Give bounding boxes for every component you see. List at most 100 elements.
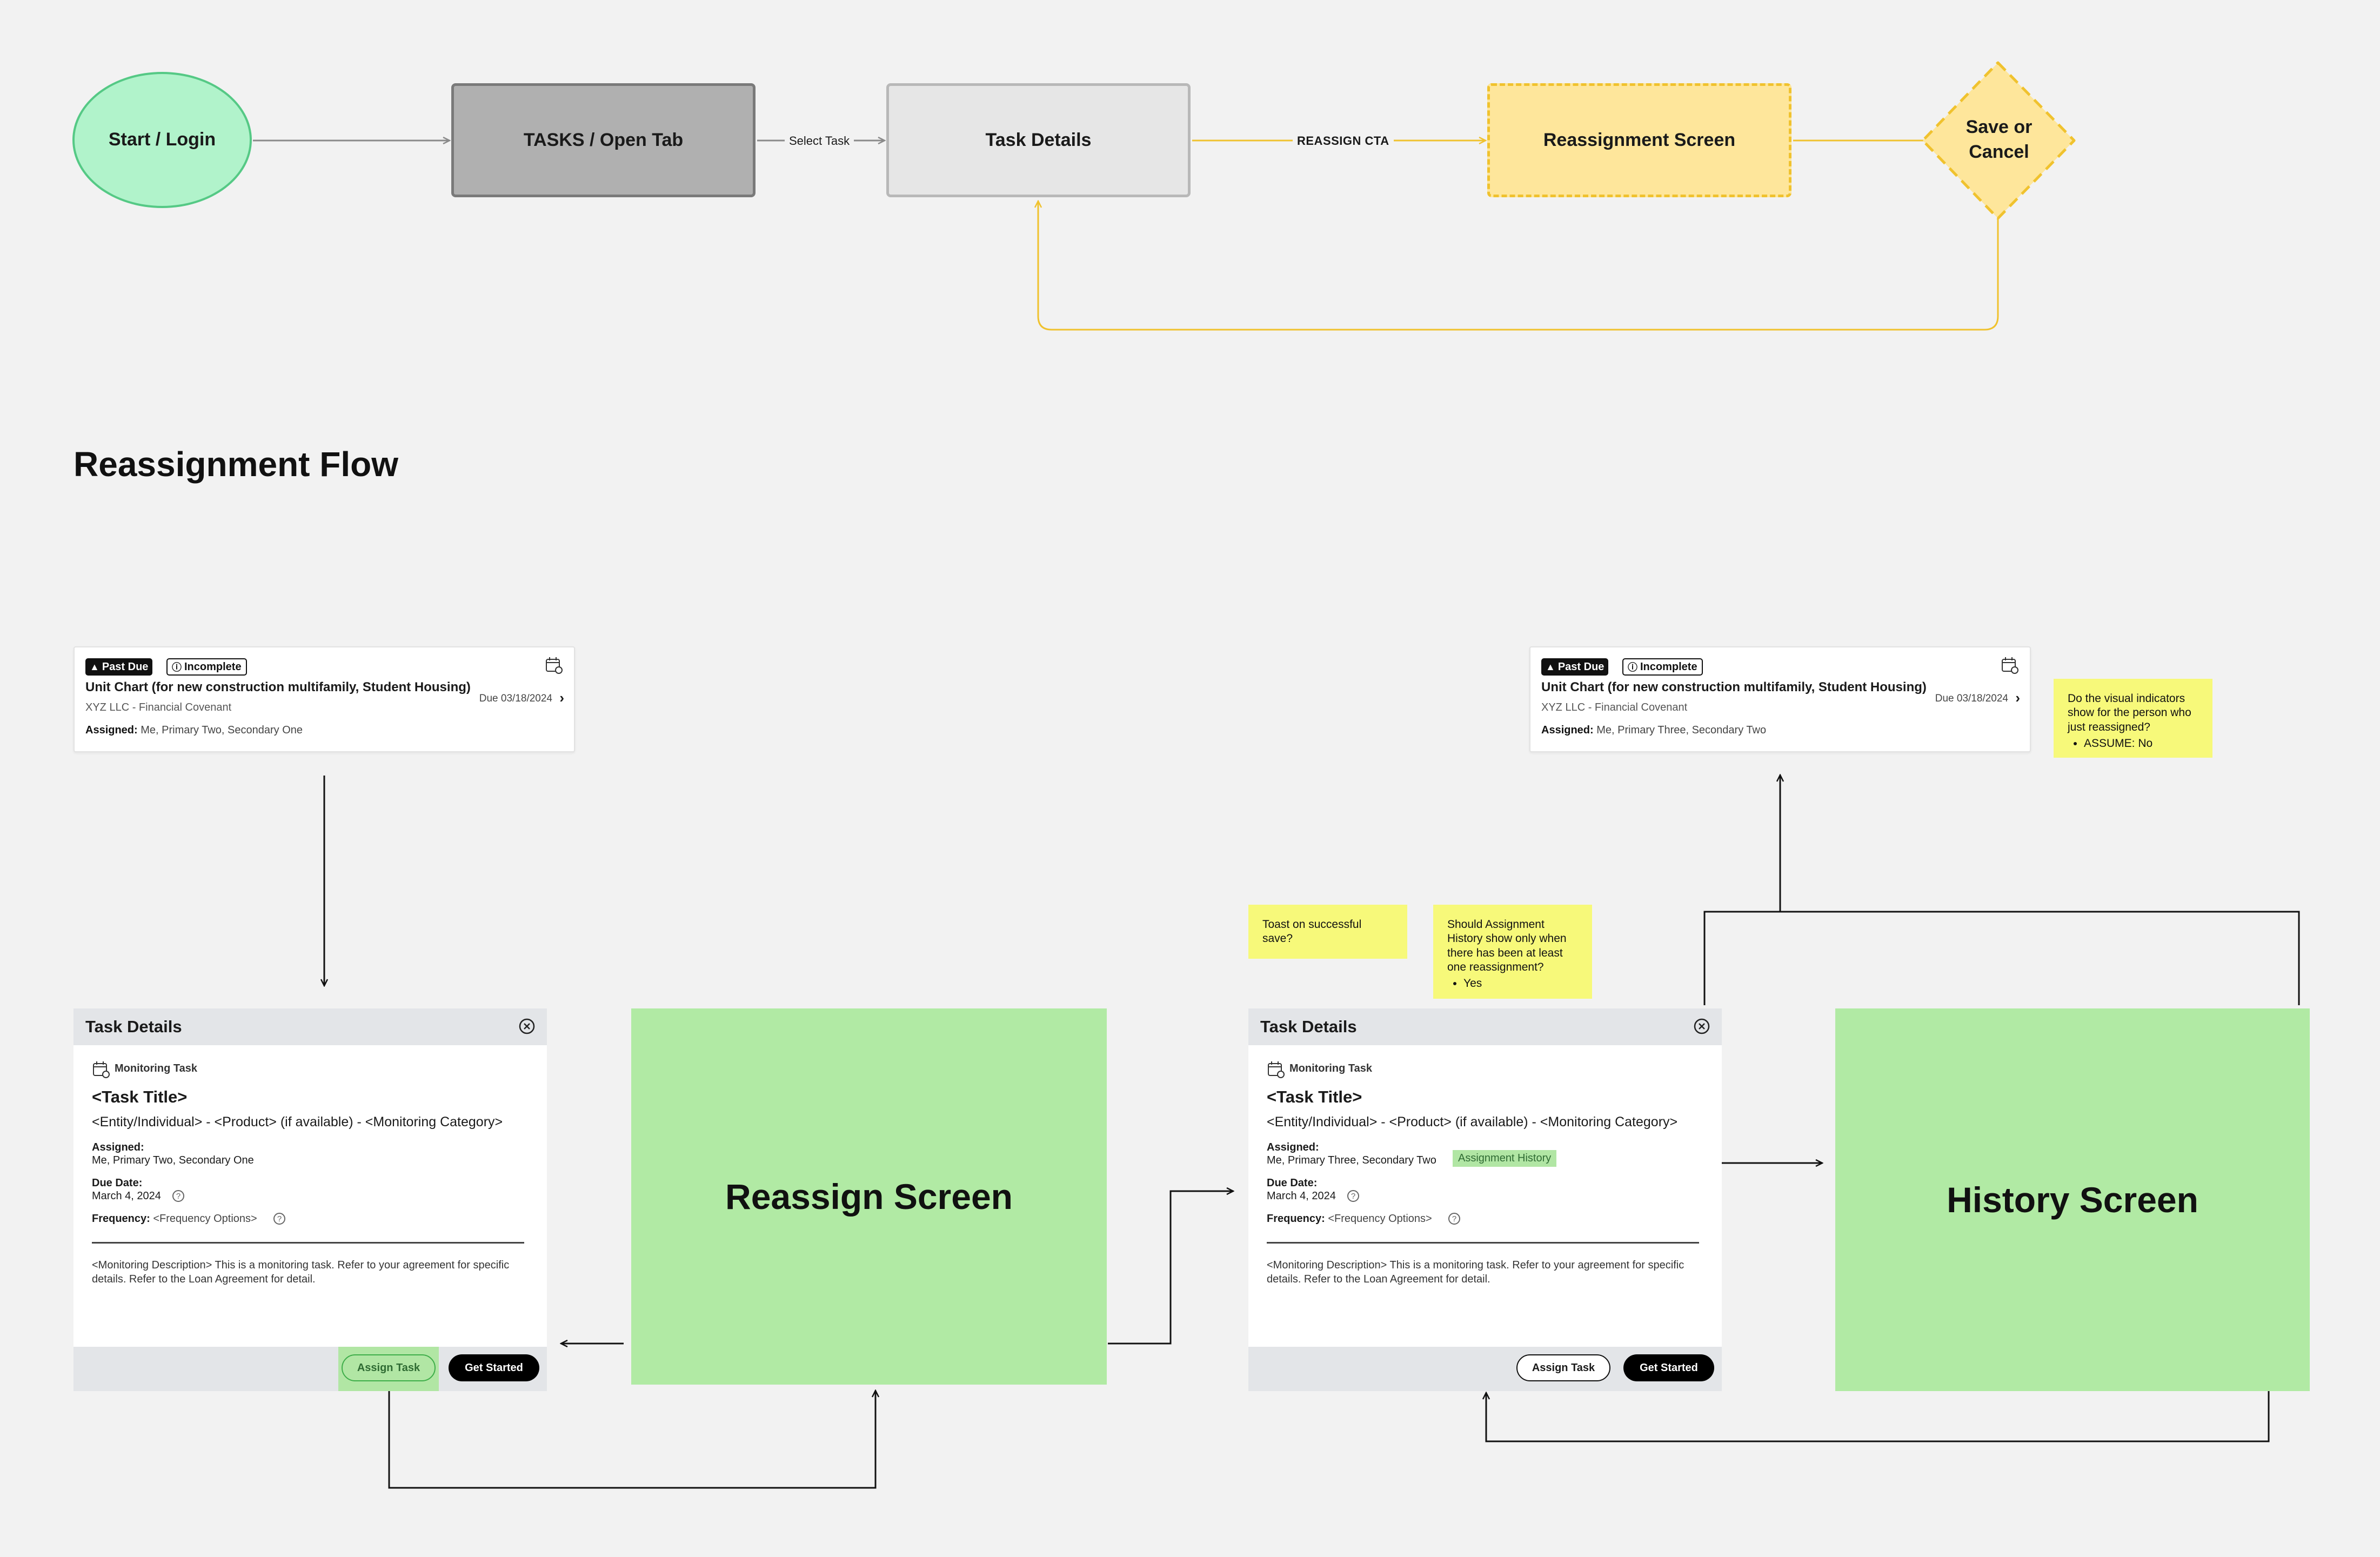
task-title: <Task Title> [1267, 1087, 1362, 1106]
card-assigned-value: Me, Primary Two, Secondary One [141, 724, 303, 736]
close-icon[interactable] [518, 1017, 536, 1035]
task-subtitle: <Entity/Individual> - <Product> (if avai… [92, 1114, 503, 1130]
assigned-label: Assigned: [1267, 1141, 1319, 1153]
sticky-history-question: Should Assignment History show only when… [1447, 918, 1567, 973]
node-reassign-label: Reassignment Screen [1543, 129, 1736, 150]
sticky-toast-text: Toast on successful save? [1262, 918, 1362, 945]
reassign-screen-label: Reassign Screen [725, 1177, 1013, 1217]
frequency-label: Frequency: [1267, 1213, 1325, 1225]
node-save-or-cancel: Save or Cancel [1926, 66, 2072, 214]
card-subtitle: XYZ LLC - Financial Covenant [85, 701, 232, 713]
close-icon[interactable] [1693, 1017, 1711, 1035]
edge-reassign-screen-to-modal2 [1108, 1191, 1233, 1345]
incomplete-label: Incomplete [184, 660, 242, 673]
calendar-icon[interactable] [2001, 656, 2019, 674]
warning-icon: ▲ [1546, 661, 1555, 672]
edge-history-back-to-modal2 [1486, 1391, 2270, 1442]
card-assigned-label: Assigned: [1541, 724, 1594, 736]
card-assigned: Assigned: Me, Primary Three, Secondary T… [1541, 724, 1766, 737]
task-subtitle: <Entity/Individual> - <Product> (if avai… [1267, 1114, 1678, 1130]
card-assigned-label: Assigned: [85, 724, 138, 736]
divider [92, 1242, 524, 1244]
card-assigned-value: Me, Primary Three, Secondary Two [1596, 724, 1767, 736]
task-details-modal-before: Task Details Monitoring Task <Task Title… [73, 1008, 547, 1391]
sticky-assignment-history: Should Assignment History show only when… [1433, 905, 1592, 999]
calendar-icon [93, 1061, 110, 1078]
warning-icon: ▲ [90, 661, 99, 672]
get-started-button[interactable]: Get Started [1623, 1354, 1714, 1381]
frequency-label: Frequency: [92, 1213, 150, 1225]
incomplete-badge: ⓘ Incomplete [1622, 658, 1703, 676]
frequency-row: Frequency: <Frequency Options> [92, 1213, 257, 1225]
frequency-value: <Frequency Options> [153, 1213, 257, 1225]
node-tasks-label: TASKS / Open Tab [523, 129, 684, 150]
assign-task-button[interactable]: Assign Task [1516, 1354, 1610, 1381]
due-date-label: Due Date: [1267, 1177, 1318, 1189]
help-icon[interactable]: ? [172, 1190, 184, 1202]
history-screen: History Screen [1835, 1008, 2310, 1391]
due-date-label: Due Date: [92, 1177, 143, 1189]
chevron-right-icon[interactable]: › [2015, 690, 2020, 706]
task-description: <Monitoring Description> This is a monit… [92, 1259, 510, 1285]
chevron-right-icon[interactable]: › [559, 690, 564, 706]
assignment-history-link[interactable]: Assignment History [1453, 1150, 1557, 1167]
due-date-value: March 4, 2024 [92, 1190, 161, 1202]
modal-header: Task Details [1248, 1008, 1722, 1045]
assigned-label: Assigned: [92, 1141, 144, 1153]
card-assigned: Assigned: Me, Primary Two, Secondary One [85, 724, 303, 737]
edge-assign-to-reassign-screen [388, 1391, 875, 1489]
help-icon[interactable]: ? [273, 1213, 285, 1225]
node-save-line1: Save or [1965, 117, 2033, 138]
edge-save-back-to-details [1038, 201, 1999, 331]
help-icon[interactable]: ? [1347, 1190, 1359, 1202]
past-due-label: Past Due [102, 660, 149, 673]
frequency-row: Frequency: <Frequency Options> [1267, 1213, 1432, 1225]
task-type: Monitoring Task [1289, 1062, 1372, 1074]
card-due-date: Due 03/18/2024 [479, 693, 552, 704]
card-subtitle: XYZ LLC - Financial Covenant [1541, 701, 1688, 713]
task-description: <Monitoring Description> This is a monit… [1267, 1259, 1684, 1285]
calendar-icon [1268, 1061, 1285, 1078]
calendar-icon[interactable] [545, 656, 563, 674]
info-icon: ⓘ [172, 662, 182, 673]
task-details-modal-after: Task Details Monitoring Task <Task Title… [1248, 1008, 1722, 1391]
node-reassignment-screen: Reassignment Screen [1487, 83, 1791, 197]
edge-label-reassign-cta: REASSIGN CTA [1293, 134, 1394, 148]
sticky-history-answer: Yes [1463, 977, 1578, 991]
assign-task-button[interactable]: Assign Task [342, 1354, 436, 1381]
past-due-badge: ▲ Past Due [1541, 658, 1609, 676]
due-date-value: March 4, 2024 [1267, 1190, 1336, 1202]
reassign-screen: Reassign Screen [631, 1008, 1107, 1385]
sticky-visual-question: Do the visual indicators show for the pe… [2068, 692, 2191, 733]
modal-header: Task Details [73, 1008, 547, 1045]
card-due-date: Due 03/18/2024 [1935, 693, 2008, 704]
node-tasks-open-tab: TASKS / Open Tab [451, 83, 756, 197]
task-title: <Task Title> [92, 1087, 188, 1106]
card-title: Unit Chart (for new construction multifa… [85, 680, 471, 694]
help-icon[interactable]: ? [1448, 1213, 1460, 1225]
info-icon: ⓘ [1628, 662, 1637, 673]
section-title: Reassignment Flow [73, 445, 398, 484]
node-details-label: Task Details [985, 129, 1092, 150]
sticky-visual-indicators: Do the visual indicators show for the pe… [2054, 679, 2212, 758]
edge-history-to-card [1780, 911, 2300, 1005]
task-type: Monitoring Task [115, 1062, 197, 1074]
card-title: Unit Chart (for new construction multifa… [1541, 680, 1927, 694]
sticky-toast: Toast on successful save? [1248, 905, 1407, 959]
incomplete-label: Incomplete [1640, 660, 1697, 673]
divider [1267, 1242, 1699, 1244]
frequency-value: <Frequency Options> [1328, 1213, 1432, 1225]
edge-label-select-task: Select Task [785, 134, 854, 148]
node-save-line2: Cancel [1969, 142, 2029, 162]
assigned-value: Me, Primary Three, Secondary Two [1267, 1154, 1436, 1166]
incomplete-badge: ⓘ Incomplete [166, 658, 247, 676]
task-card-before[interactable]: ▲ Past Due ⓘ Incomplete Unit Chart (for ne… [73, 646, 575, 752]
edge-modal2-to-card [1703, 775, 1780, 1005]
node-task-details: Task Details [886, 83, 1191, 197]
node-start-label: Start / Login [108, 129, 216, 150]
task-card-after[interactable]: ▲ Past Due ⓘ Incomplete Unit Chart (for ne… [1529, 646, 2031, 752]
node-start-login: Start / Login [72, 72, 252, 208]
assigned-value: Me, Primary Two, Secondary One [92, 1154, 254, 1166]
get-started-button[interactable]: Get Started [449, 1354, 539, 1381]
past-due-label: Past Due [1557, 660, 1605, 673]
